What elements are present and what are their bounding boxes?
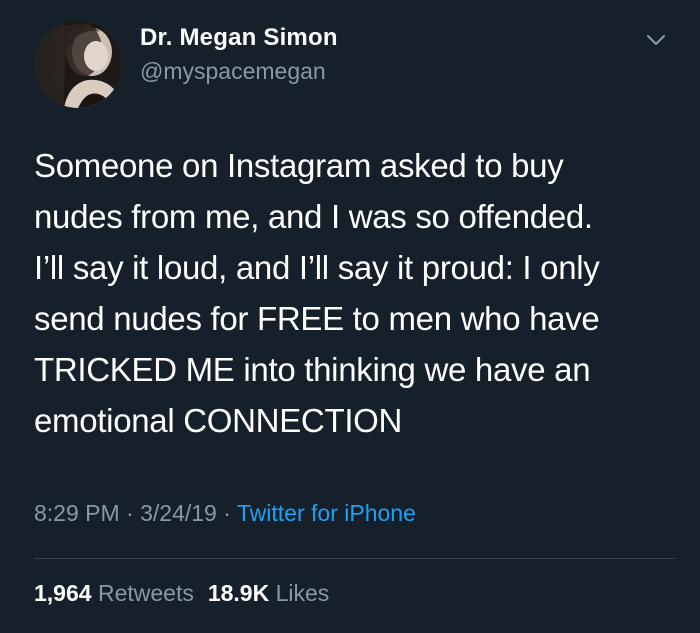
author-name[interactable]: Dr. Megan Simon xyxy=(140,24,338,52)
tweet-text-line: nudes from me, and I was so offended. xyxy=(34,198,593,235)
tweet-text: Someone on Instagram asked to buy nudes … xyxy=(34,140,674,446)
tweet-meta: 8:29 PM · 3/24/19 · Twitter for iPhone xyxy=(34,500,416,527)
chevron-down-icon[interactable] xyxy=(644,28,668,52)
tweet-stats: 1,964 Retweets 18.9K Likes xyxy=(34,580,343,607)
avatar[interactable] xyxy=(34,20,122,108)
tweet-text-line: Someone on Instagram asked to buy xyxy=(34,147,564,184)
likes-stat[interactable]: 18.9K Likes xyxy=(208,580,329,606)
retweets-label: Retweets xyxy=(97,580,194,606)
tweet-text-line: I’ll say it loud, and I’ll say it proud:… xyxy=(34,249,600,286)
tweet-text-line: send nudes for FREE to men who have xyxy=(34,300,600,337)
meta-separator: · xyxy=(216,500,237,526)
likes-label: Likes xyxy=(275,580,330,606)
tweet-date[interactable]: 3/24/19 xyxy=(140,500,217,526)
divider xyxy=(34,558,676,559)
meta-separator: · xyxy=(119,500,141,526)
avatar-photo xyxy=(34,20,122,108)
author-handle[interactable]: @myspacemegan xyxy=(140,58,326,85)
tweet-card: Dr. Megan Simon @myspacemegan Someone on… xyxy=(0,0,700,633)
tweet-text-line: TRICKED ME into thinking we have an xyxy=(34,351,591,388)
tweet-text-line: emotional CONNECTION xyxy=(34,402,403,439)
likes-count: 18.9K xyxy=(207,580,270,606)
tweet-time[interactable]: 8:29 PM xyxy=(34,500,120,526)
retweets-stat[interactable]: 1,964 Retweets xyxy=(34,580,194,606)
tweet-source-link[interactable]: Twitter for iPhone xyxy=(237,500,416,526)
retweets-count: 1,964 xyxy=(34,580,92,606)
